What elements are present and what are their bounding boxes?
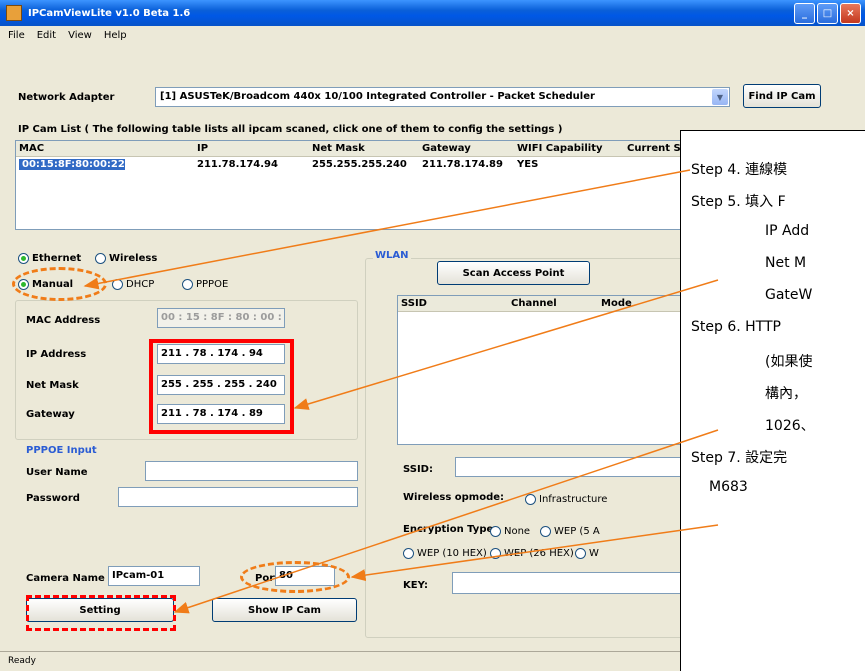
annotation-arrows [83,169,719,614]
arrow-step-4 [83,169,691,290]
arrow-step-6 [350,524,719,582]
arrow-step-5 [293,279,719,410]
arrow-step-7 [173,429,719,614]
